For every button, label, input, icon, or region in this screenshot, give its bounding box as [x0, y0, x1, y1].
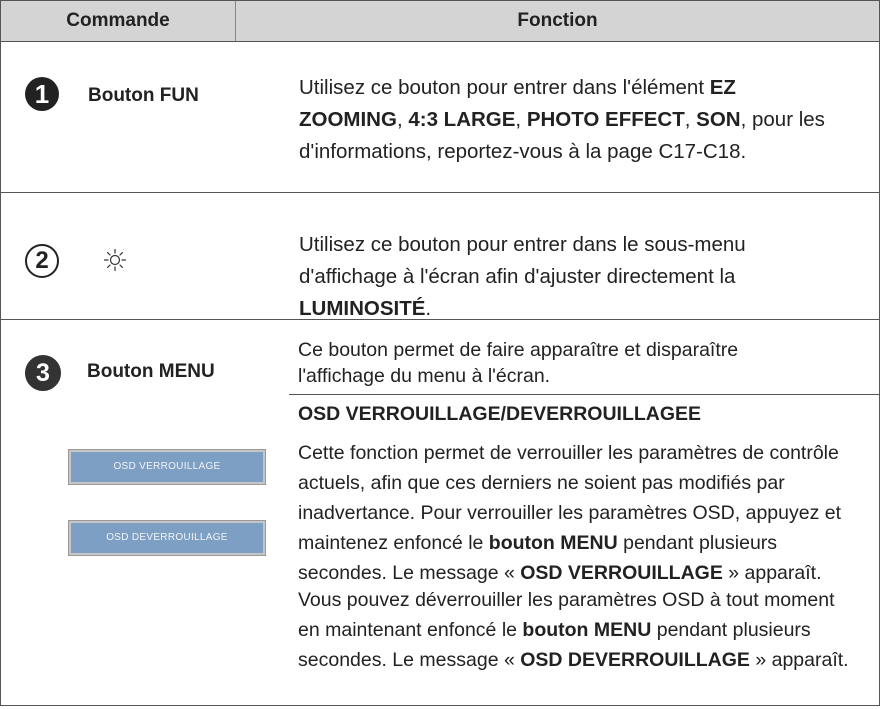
- header-function: Fonction: [517, 10, 598, 31]
- controls-table: Commande Fonction 1 Bouton FUN Utilisez …: [0, 0, 880, 706]
- osd-unlock-run-1: bouton MENU: [522, 619, 652, 641]
- osd-lock-run-4: » apparaît.: [722, 562, 822, 584]
- row-1-function-text: Utilisez ce bouton pour entrer dans l'él…: [299, 72, 839, 168]
- osd-lock-run-3: OSD VERROUILLAGE: [520, 562, 723, 584]
- osd-unlock-run-4: » apparaît.: [749, 649, 849, 671]
- row-2-function-run-2: .: [425, 297, 432, 320]
- row-divider-1: [1, 192, 879, 193]
- osd-unlock-run-3: OSD DEVERROUILLAGE: [520, 649, 750, 671]
- row-3-command-label: Bouton MENU: [87, 361, 215, 382]
- row-1-function-run-7: SON: [696, 108, 741, 131]
- osd-unlock-description: Vous pouvez déverrouiller les paramètres…: [298, 585, 858, 675]
- sun-brightness-icon: [103, 248, 127, 272]
- row-1-function-run-0: Utilisez ce bouton pour entrer dans l'él…: [299, 76, 710, 99]
- row-1-function-run-5: PHOTO EFFECT: [526, 108, 685, 131]
- row-1-command-label: Bouton FUN: [88, 85, 199, 106]
- row-2-function-run-1: LUMINOSITÉ: [299, 297, 426, 320]
- header-command: Commande: [66, 10, 170, 31]
- osd-section-title: OSD VERROUILLAGE/DEVERROUILLAGEE: [298, 403, 702, 425]
- row-3-number-badge: 3: [25, 355, 61, 391]
- osd-lock-message-box: OSD VERROUILLAGE: [69, 450, 265, 484]
- row-2-function-text: Utilisez ce bouton pour entrer dans le s…: [299, 229, 819, 325]
- osd-lock-description: Cette fonction permet de verrouiller les…: [298, 438, 858, 588]
- row-1-number-badge: 1: [25, 77, 59, 111]
- row-1-function-run-6: ,: [684, 108, 697, 131]
- row-3-sub-divider: [289, 394, 879, 395]
- row-1-function-run-4: ,: [515, 108, 527, 131]
- row-divider-2: [1, 319, 879, 320]
- osd-lock-run-1: bouton MENU: [488, 532, 618, 554]
- row-2-function-run-0: Utilisez ce bouton pour entrer dans le s…: [299, 233, 746, 288]
- row-2-number-badge: 2: [25, 244, 59, 278]
- manual-page: Commande Fonction 1 Bouton FUN Utilisez …: [0, 0, 882, 709]
- osd-unlock-message-box: OSD DEVERROUILLAGE: [69, 521, 265, 555]
- row-3-function-intro: Ce bouton permet de faire apparaître et …: [298, 339, 739, 387]
- row-1-function-run-2: ,: [396, 108, 409, 131]
- row-1-function-run-3: 4:3 LARGE: [408, 108, 516, 131]
- table-header: Commande Fonction: [1, 1, 879, 42]
